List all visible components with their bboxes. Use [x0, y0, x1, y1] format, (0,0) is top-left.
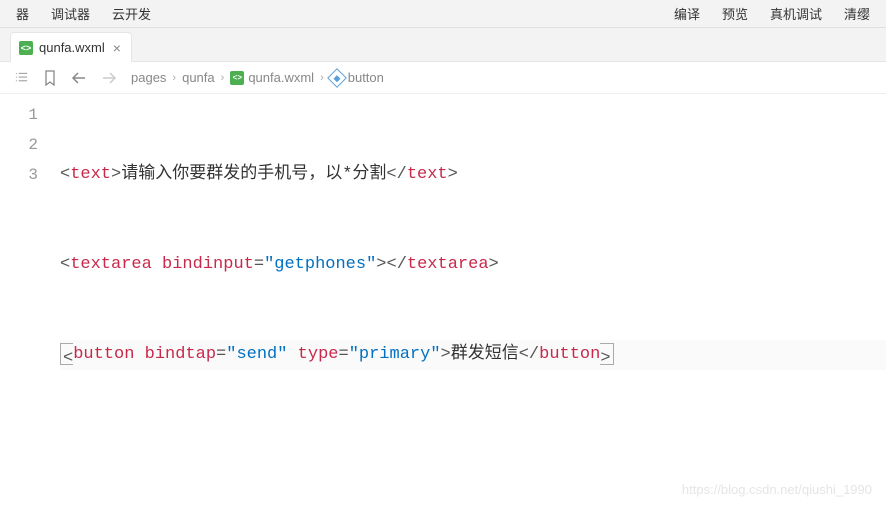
chevron-right-icon: › [320, 72, 324, 84]
menu-debugger[interactable]: 调试器 [41, 0, 100, 27]
breadcrumb-file[interactable]: <> qunfa.wxml [230, 70, 314, 85]
wxml-file-icon: <> [230, 71, 244, 85]
code-area[interactable]: <text>请输入你要群发的手机号，以*分割</text> <textarea … [52, 94, 886, 505]
code-line: <text>请输入你要群发的手机号，以*分割</text> [60, 160, 886, 190]
bookmark-icon[interactable] [43, 70, 57, 86]
code-line: <button bindtap="send" type="primary">群发… [60, 340, 886, 370]
menu-compile[interactable]: 编译 [664, 0, 710, 27]
tab-qunfa-wxml[interactable]: <> qunfa.wxml × [10, 32, 132, 62]
code-editor[interactable]: 1 2 3 <text>请输入你要群发的手机号，以*分割</text> <tex… [0, 94, 886, 505]
nav-forward-icon[interactable] [101, 71, 117, 85]
menu-preview[interactable]: 预览 [712, 0, 758, 27]
list-icon[interactable] [14, 70, 29, 85]
breadcrumb-pages[interactable]: pages [131, 70, 166, 85]
editor-toolbar: pages › qunfa › <> qunfa.wxml › button [0, 62, 886, 94]
nav-back-icon[interactable] [71, 71, 87, 85]
breadcrumb-element[interactable]: button [330, 70, 384, 85]
wxml-file-icon: <> [19, 41, 33, 55]
element-icon [327, 68, 347, 88]
close-icon[interactable]: × [111, 40, 123, 56]
breadcrumb-qunfa[interactable]: qunfa [182, 70, 215, 85]
tab-bar: <> qunfa.wxml × [0, 28, 886, 62]
menu-device-debug[interactable]: 真机调试 [760, 0, 832, 27]
chevron-right-icon: › [172, 72, 176, 84]
menu-editor[interactable]: 器 [6, 0, 39, 27]
tab-label: qunfa.wxml [39, 40, 105, 55]
breadcrumb: pages › qunfa › <> qunfa.wxml › button [131, 70, 384, 85]
menubar: 器 调试器 云开发 编译 预览 真机调试 清缨 [0, 0, 886, 28]
line-gutter: 1 2 3 [0, 94, 52, 505]
menu-cloud[interactable]: 云开发 [102, 0, 161, 27]
code-line: <textarea bindinput="getphones"></textar… [60, 250, 886, 280]
chevron-right-icon: › [221, 72, 225, 84]
menu-clear[interactable]: 清缨 [834, 0, 880, 27]
